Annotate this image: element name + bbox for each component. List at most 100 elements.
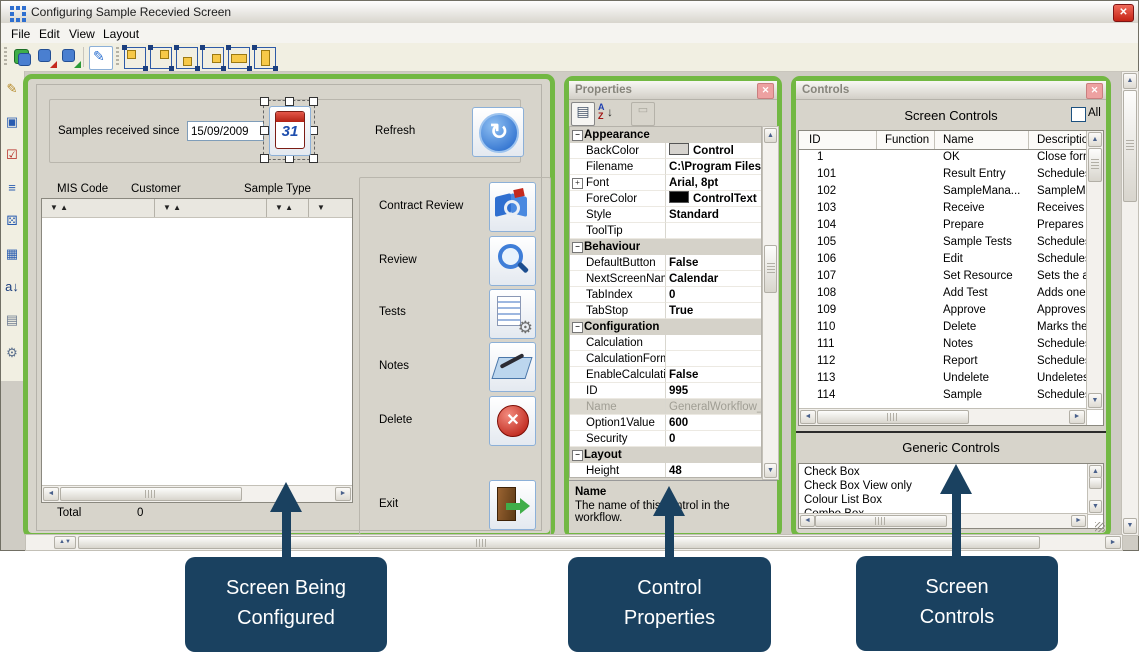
categorized-view-button[interactable]: ▤: [571, 102, 595, 126]
paint-icon[interactable]: ✎: [3, 79, 21, 99]
toolbar-grip[interactable]: [4, 47, 7, 67]
dice-icon[interactable]: ⚄: [3, 211, 21, 231]
scroll-down-icon[interactable]: ▼: [1123, 518, 1137, 534]
puzzle-piece-edit-icon[interactable]: [59, 46, 81, 68]
samples-hscrollbar[interactable]: ◄ ►: [42, 485, 352, 502]
toolbar-grip[interactable]: [116, 47, 119, 67]
refresh-button[interactable]: ↻: [472, 107, 524, 157]
scroll-thumb[interactable]: [1089, 477, 1102, 489]
table-row[interactable]: 103ReceiveReceives the select: [799, 200, 1087, 217]
sort-icon[interactable]: a↓: [3, 277, 21, 297]
col-function[interactable]: Function: [877, 131, 935, 149]
property-row[interactable]: DefaultButtonFalse: [570, 255, 761, 271]
property-row[interactable]: + FontArial, 8pt: [570, 175, 761, 191]
menu-layout[interactable]: Layout: [99, 26, 143, 42]
table-row[interactable]: 114SampleSchedules another: [799, 387, 1087, 404]
category-row[interactable]: − Appearance: [570, 127, 761, 143]
property-row[interactable]: Security0: [570, 431, 761, 447]
scroll-down-icon[interactable]: ▼: [1089, 500, 1102, 513]
resize-grip[interactable]: [1095, 522, 1105, 532]
table-row[interactable]: 102SampleMana...SampleManagemen: [799, 183, 1087, 200]
table-row[interactable]: 110DeleteMarks the selected: [799, 319, 1087, 336]
scroll-right-icon[interactable]: ►: [1069, 410, 1085, 424]
puzzle-piece-remove-icon[interactable]: [35, 46, 57, 68]
property-row[interactable]: BackColor Control: [570, 143, 761, 159]
scroll-down-icon[interactable]: ▼: [1088, 393, 1102, 408]
window-vscrollbar[interactable]: ▲ ▼: [1121, 71, 1139, 536]
gear-icon[interactable]: ⚙: [3, 343, 21, 363]
property-row[interactable]: CalculationFormat: [570, 351, 761, 367]
contract-review-button[interactable]: [489, 182, 536, 232]
generic-hscrollbar[interactable]: ◄ ►: [799, 513, 1088, 528]
properties-title-bar[interactable]: Properties: [569, 81, 777, 100]
properties-close-button[interactable]: ✕: [757, 83, 774, 99]
table-row[interactable]: 104PreparePrepares the select: [799, 217, 1087, 234]
scroll-left-icon[interactable]: ◄: [800, 515, 815, 527]
table-vscrollbar[interactable]: ▲ ▼: [1086, 131, 1103, 410]
table-row[interactable]: 101Result EntrySchedules the Resu: [799, 166, 1087, 183]
list-icon[interactable]: ≡: [3, 178, 21, 198]
edit-screen-button[interactable]: ✎: [89, 46, 113, 70]
menu-view[interactable]: View: [65, 26, 99, 42]
scroll-right-icon[interactable]: ►: [335, 487, 351, 501]
collapse-icon[interactable]: −: [572, 322, 583, 333]
delete-button[interactable]: ✕: [489, 396, 536, 446]
menu-edit[interactable]: Edit: [35, 26, 64, 42]
col-id[interactable]: ID: [799, 131, 877, 149]
calendar-button[interactable]: 31: [269, 106, 311, 156]
align-bottom-icon[interactable]: [176, 47, 198, 69]
controls-title-bar[interactable]: Controls: [796, 81, 1106, 100]
property-row[interactable]: EnableCalculationFalse: [570, 367, 761, 383]
notes-button[interactable]: [489, 342, 536, 392]
menu-file[interactable]: File: [7, 26, 34, 42]
scroll-thumb[interactable]: [78, 536, 1040, 549]
same-height-icon[interactable]: [254, 47, 276, 69]
scroll-up-icon[interactable]: ▲: [764, 128, 777, 143]
scroll-thumb[interactable]: [815, 515, 947, 527]
column-header-customer[interactable]: Customer: [131, 183, 181, 195]
scroll-up-icon[interactable]: ▲: [1088, 132, 1102, 147]
same-width-icon[interactable]: [228, 47, 250, 69]
scroll-stepper[interactable]: ▲▼: [54, 536, 76, 549]
table-row[interactable]: 108Add TestAdds one or more te: [799, 285, 1087, 302]
category-row[interactable]: − Behaviour: [570, 239, 761, 255]
scroll-thumb[interactable]: [1123, 90, 1137, 202]
scroll-down-icon[interactable]: ▼: [764, 463, 777, 478]
table-row[interactable]: 113UndeleteUndeletes the selec: [799, 370, 1087, 387]
all-checkbox[interactable]: [1071, 107, 1086, 122]
expand-icon[interactable]: +: [572, 178, 583, 189]
controls-close-button[interactable]: ✕: [1086, 83, 1103, 99]
category-row[interactable]: − Layout: [570, 447, 761, 463]
document-icon[interactable]: ▤: [3, 310, 21, 330]
generic-vscrollbar[interactable]: ▲ ▼: [1087, 464, 1103, 515]
properties-vscrollbar[interactable]: ▲ ▼: [762, 126, 779, 480]
windows-icon[interactable]: ▣: [3, 112, 21, 132]
scroll-thumb[interactable]: [764, 245, 777, 293]
date-input[interactable]: [187, 121, 264, 141]
property-row[interactable]: FilenameC:\Program Files\: [570, 159, 761, 175]
scroll-thumb[interactable]: [817, 410, 969, 424]
table-hscrollbar[interactable]: ◄ ►: [799, 408, 1087, 425]
property-row[interactable]: ForeColor ControlText: [570, 191, 761, 207]
sort-cell[interactable]: ▼ ▲: [155, 199, 267, 217]
column-header-mis-code[interactable]: MIS Code: [57, 183, 108, 195]
table-row[interactable]: 106EditSchedules the Sam: [799, 251, 1087, 268]
scroll-thumb[interactable]: [60, 487, 242, 501]
property-pages-button[interactable]: ▭: [631, 102, 655, 126]
property-row[interactable]: Option1Value600: [570, 415, 761, 431]
list-item[interactable]: Colour List Box: [799, 493, 1087, 507]
scroll-right-icon[interactable]: ►: [1071, 515, 1086, 527]
sort-cell[interactable]: ▼: [309, 199, 352, 217]
review-button[interactable]: [489, 236, 536, 286]
property-row[interactable]: Height48: [570, 463, 761, 478]
table-row[interactable]: 109ApproveApproves the selec: [799, 302, 1087, 319]
property-row[interactable]: NextScreenNameCalendar: [570, 271, 761, 287]
table-row[interactable]: 112ReportSchedules the Cryst: [799, 353, 1087, 370]
property-row[interactable]: StyleStandard: [570, 207, 761, 223]
align-top-left-icon[interactable]: [124, 47, 146, 69]
scroll-left-icon[interactable]: ◄: [800, 410, 816, 424]
table-row[interactable]: 107Set ResourceSets the allocated r: [799, 268, 1087, 285]
sort-cell[interactable]: ▼ ▲: [267, 199, 309, 217]
property-row[interactable]: TabIndex0: [570, 287, 761, 303]
align-right-icon[interactable]: [202, 47, 224, 69]
